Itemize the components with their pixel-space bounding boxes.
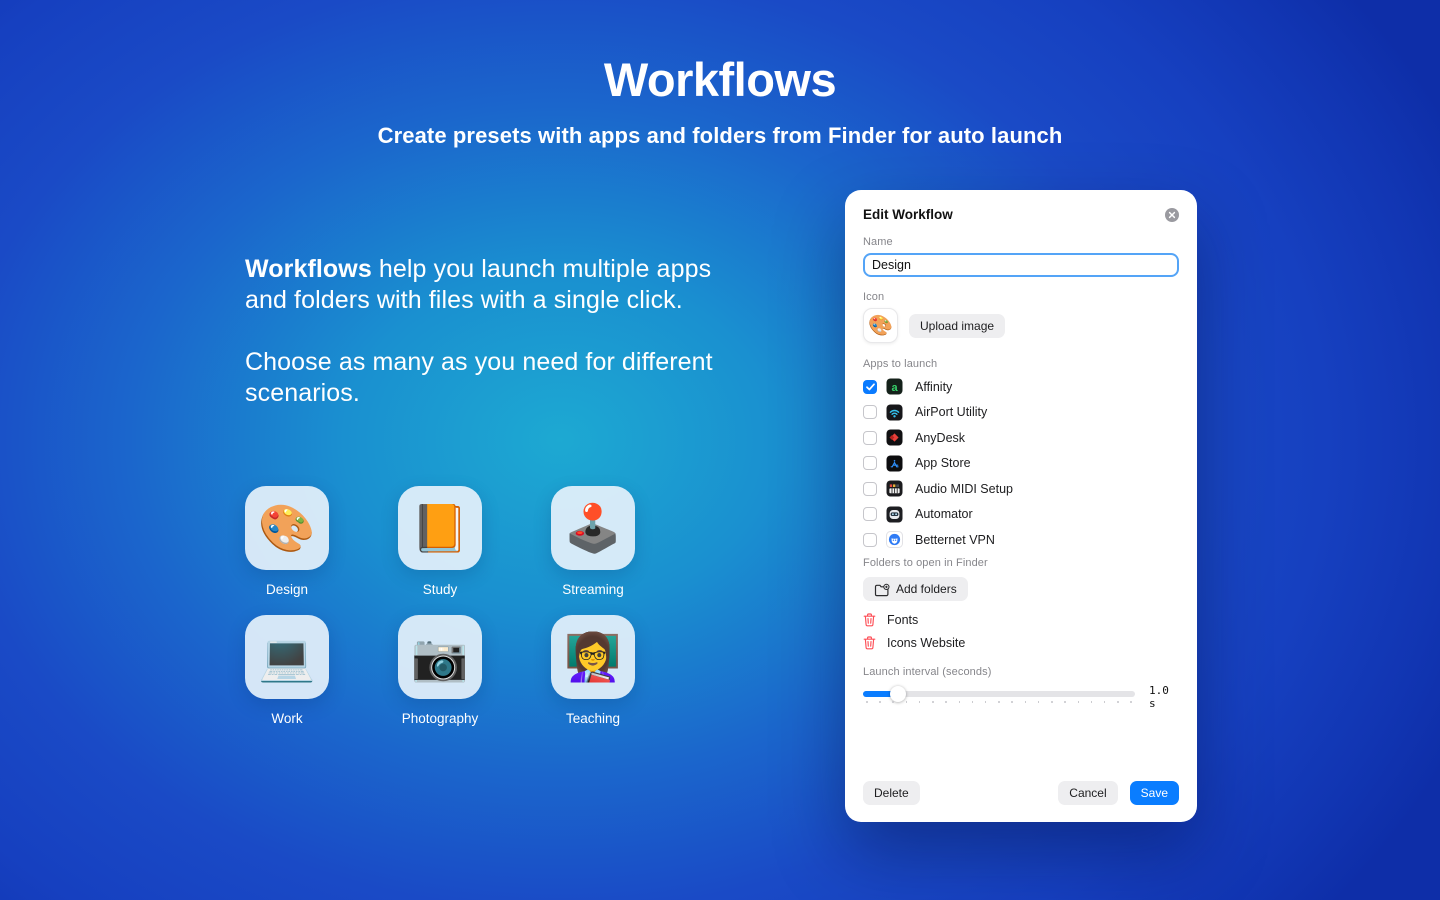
page-subtitle: Create presets with apps and folders fro… <box>377 123 1063 148</box>
app-row: App Store <box>863 455 1179 472</box>
app-checkbox[interactable] <box>863 405 877 419</box>
preset-item[interactable]: 👩‍🏫 Teaching <box>551 615 635 726</box>
launch-interval-slider[interactable] <box>863 685 1135 706</box>
teacher-emoji-icon: 👩‍🏫 <box>564 631 622 683</box>
app-row: AirPort Utility <box>863 404 1179 421</box>
app-checkbox[interactable] <box>863 481 877 496</box>
footer-right-buttons: Cancel Save <box>1058 781 1179 805</box>
preset-item[interactable]: 🎨 Design <box>245 486 329 597</box>
app-name: App Store <box>915 456 971 470</box>
folder-row: Fonts <box>863 612 1179 628</box>
joystick-emoji-icon: 🕹️ <box>564 502 622 554</box>
preset-tile[interactable]: 📙 <box>398 486 482 570</box>
preset-grid: 🎨 Design 📙 Study 🕹️ Streaming 💻 Work 📷 Photograph… <box>245 486 715 726</box>
audio-midi-setup-icon <box>886 480 903 497</box>
folder-plus-icon <box>874 582 890 596</box>
preset-label: Photography <box>401 711 479 726</box>
betternet-vpn-icon <box>886 531 903 548</box>
edit-workflow-dialog: Edit Workflow Name Icon 🎨 Upload image A… <box>845 190 1197 822</box>
preset-item[interactable]: 🕹️ Streaming <box>551 486 635 597</box>
intro-lead-bold: Workflows <box>245 255 372 283</box>
trash-icon[interactable] <box>863 635 876 650</box>
dialog-footer: Delete Cancel Save <box>863 781 1179 805</box>
app-checkbox[interactable] <box>863 532 877 547</box>
preset-item[interactable]: 💻 Work <box>245 615 329 726</box>
add-folders-button[interactable]: Add folders <box>863 576 968 601</box>
interval-value: 1.0 s <box>1149 683 1169 710</box>
launch-interval-row: 1.0 s <box>863 684 1179 710</box>
folder-name: Fonts <box>887 612 919 627</box>
name-field-label: Name <box>863 236 893 248</box>
preset-label: Design <box>265 582 309 597</box>
preset-tile[interactable]: 🕹️ <box>551 486 635 570</box>
app-checkbox[interactable] <box>863 456 877 470</box>
automator-icon <box>886 506 903 523</box>
workflow-icon-preview: 🎨 <box>863 308 898 343</box>
camera-emoji-icon: 📷 <box>411 631 469 683</box>
book-emoji-icon: 📙 <box>411 502 469 554</box>
trash-icon[interactable] <box>863 612 876 627</box>
preset-item[interactable]: 📷 Photography <box>398 615 482 726</box>
preset-tile[interactable]: 👩‍🏫 <box>551 615 635 699</box>
affinity-icon: a <box>886 378 903 395</box>
app-row: AnyDesk <box>863 429 1179 446</box>
app-row: Betternet VPN <box>863 531 1179 548</box>
app-checkbox[interactable] <box>863 430 877 445</box>
app-checkbox[interactable] <box>863 379 877 394</box>
folders-list: Fonts Icons Website <box>863 612 1179 651</box>
app-row: Automator <box>863 506 1179 523</box>
preset-label: Streaming <box>562 582 624 597</box>
airport-utility-icon <box>886 404 903 421</box>
icon-field-label: Icon <box>863 291 885 303</box>
app-name: Betternet VPN <box>915 532 995 547</box>
workflow-name-input[interactable] <box>863 253 1179 277</box>
preset-tile[interactable]: 📷 <box>398 615 482 699</box>
dialog-title: Edit Workflow <box>863 207 953 222</box>
intro-paragraph-1: Workflows help you launch multiple apps … <box>245 254 745 316</box>
slider-ticks <box>866 700 1132 703</box>
apps-to-launch-label: Apps to launch <box>863 358 938 370</box>
laptop-emoji-icon: 💻 <box>258 631 316 683</box>
preset-tile[interactable]: 💻 <box>245 615 329 699</box>
folder-row: Icons Website <box>863 635 1179 651</box>
slider-thumb[interactable] <box>890 685 906 702</box>
upload-image-button[interactable]: Upload image <box>909 313 1006 338</box>
app-name: AnyDesk <box>915 430 966 445</box>
launch-interval-label: Launch interval (seconds) <box>863 665 992 678</box>
palette-emoji-icon: 🎨 <box>868 315 893 337</box>
preset-tile[interactable]: 🎨 <box>245 486 329 570</box>
app-name: Audio MIDI Setup <box>915 481 1013 496</box>
anydesk-icon <box>886 429 903 446</box>
folder-name: Icons Website <box>887 635 966 650</box>
delete-button[interactable]: Delete <box>863 781 920 805</box>
save-button[interactable]: Save <box>1129 781 1179 805</box>
svg-text:a: a <box>891 382 898 394</box>
apps-list: a Affinity AirPort Utility AnyDesk App Store… <box>863 378 1179 548</box>
close-icon[interactable] <box>1165 207 1179 222</box>
palette-emoji-icon: 🎨 <box>258 502 316 554</box>
app-checkbox[interactable] <box>863 507 877 521</box>
preset-label: Teaching <box>565 711 621 726</box>
app-name: AirPort Utility <box>915 405 988 419</box>
app-store-icon <box>886 455 903 472</box>
intro-text: Workflows help you launch multiple apps … <box>245 254 745 409</box>
page-title: Workflows <box>603 53 837 106</box>
app-name: Automator <box>915 507 973 521</box>
app-row: a Affinity <box>863 378 1179 395</box>
cancel-button[interactable]: Cancel <box>1058 781 1118 805</box>
folders-label: Folders to open in Finder <box>863 556 988 569</box>
add-folders-label: Add folders <box>896 581 957 596</box>
dialog-header: Edit Workflow <box>863 207 1179 222</box>
preset-label: Study <box>422 582 458 597</box>
app-name: Affinity <box>915 379 953 394</box>
intro-paragraph-2: Choose as many as you need for different… <box>245 348 713 407</box>
app-row: Audio MIDI Setup <box>863 480 1179 497</box>
preset-item[interactable]: 📙 Study <box>398 486 482 597</box>
preset-label: Work <box>271 711 303 726</box>
icon-row: 🎨 Upload image <box>863 308 1179 343</box>
